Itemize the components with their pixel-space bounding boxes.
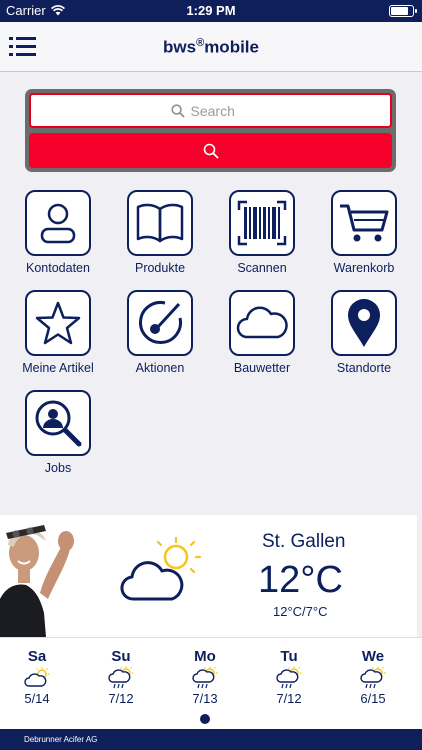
- star-icon: [35, 301, 81, 345]
- tile-label: Scannen: [237, 261, 287, 275]
- person-icon: [40, 203, 76, 244]
- tile-jobs[interactable]: Jobs: [8, 390, 108, 475]
- forecast-icon-wrap: [259, 665, 319, 691]
- location-pin-icon: [348, 299, 380, 347]
- tile-aktionen[interactable]: Aktionen: [110, 290, 210, 375]
- cloud-icon: [236, 306, 288, 339]
- tile-produkte[interactable]: Produkte: [110, 190, 210, 275]
- tile-icon-box: [127, 290, 193, 356]
- tile-icon-box: [229, 290, 295, 356]
- search-button[interactable]: [29, 133, 392, 168]
- forecast-icon-wrap: [91, 665, 151, 691]
- search-field[interactable]: [29, 93, 392, 128]
- weather-city: St. Gallen: [262, 531, 346, 552]
- tile-label: Aktionen: [135, 361, 185, 375]
- forecast-icon-wrap: [343, 665, 403, 691]
- forecast-temps: 6/15: [360, 691, 386, 706]
- tile-label: Kontodaten: [26, 261, 90, 275]
- rain-sun-icon: [108, 666, 134, 689]
- nav-bar: bws®mobile: [0, 22, 422, 72]
- weather-temp-range: 12°C/7°C: [273, 604, 328, 619]
- rain-sun-icon: [192, 666, 218, 689]
- forecast-temps: 5/14: [24, 691, 50, 706]
- weather-forecast[interactable]: Sa 5/14 Su 7/12 Mo 7/13 Tu 7/12 We 6/15: [0, 637, 422, 729]
- forecast-day-name: We: [361, 648, 385, 665]
- forecast-day-name: Tu: [280, 648, 298, 665]
- title-registered-mark: ®: [196, 37, 205, 49]
- title-brand: bws: [163, 37, 197, 57]
- partly-cloudy-icon: [120, 536, 202, 601]
- page-indicator-dot: [200, 714, 210, 724]
- forecast-day[interactable]: Su 7/12: [91, 648, 151, 706]
- forecast-day-name: Sa: [27, 648, 47, 665]
- forecast-icon-wrap: [175, 665, 235, 691]
- forecast-temps: 7/12: [276, 691, 302, 706]
- tile-icon-box: [229, 190, 295, 256]
- tile-label: Produkte: [134, 261, 186, 275]
- forecast-temps: 7/12: [108, 691, 134, 706]
- tile-icon-box: [25, 190, 91, 256]
- forecast-day-name: Su: [111, 648, 131, 665]
- tile-standorte[interactable]: Standorte: [314, 290, 414, 375]
- weather-mascot-image: [0, 525, 74, 637]
- barcode-icon: [237, 200, 287, 246]
- clock: 1:29 PM: [186, 3, 236, 18]
- magnifier-person-icon: [35, 400, 82, 447]
- tile-icon-box: [25, 390, 91, 456]
- footer-text: Debrunner Acifer AG: [24, 735, 98, 744]
- book-icon: [136, 203, 184, 243]
- tile-kontodaten[interactable]: Kontodaten: [8, 190, 108, 275]
- forecast-day-name: Mo: [194, 648, 216, 665]
- tile-label: Jobs: [44, 461, 72, 475]
- forecast-temps: 7/13: [192, 691, 218, 706]
- footer-bar: Debrunner Acifer AG: [0, 729, 422, 750]
- forecast-day[interactable]: Mo 7/13: [175, 648, 235, 706]
- battery-icon: [389, 5, 417, 17]
- tile-label: Warenkorb: [333, 261, 395, 275]
- forecast-icon-wrap: [7, 665, 67, 691]
- tile-icon-box: [331, 290, 397, 356]
- title-suffix: mobile: [204, 37, 259, 57]
- tile-icon-box: [331, 190, 397, 256]
- weather-widget[interactable]: St. Gallen 12°C 12°C/7°C: [0, 515, 417, 637]
- status-bar: Carrier 1:29 PM: [0, 0, 422, 22]
- forecast-day[interactable]: Sa 5/14: [7, 648, 67, 706]
- page-title: bws®mobile: [0, 37, 422, 58]
- tile-label: Meine Artikel: [22, 361, 94, 375]
- gauge-icon: [139, 301, 182, 344]
- search-icon: [170, 103, 185, 118]
- tile-icon-box: [127, 190, 193, 256]
- tile-bauwetter[interactable]: Bauwetter: [212, 290, 312, 375]
- tile-warenkorb[interactable]: Warenkorb: [314, 190, 414, 275]
- rain-sun-icon: [276, 666, 302, 689]
- forecast-day[interactable]: We 6/15: [343, 648, 403, 706]
- tile-icon-box: [25, 290, 91, 356]
- rain-sun-icon: [360, 666, 386, 689]
- search-input[interactable]: [190, 102, 251, 119]
- weather-temperature: 12°C: [258, 559, 343, 601]
- tile-label: Standorte: [336, 361, 392, 375]
- tile-scannen[interactable]: Scannen: [212, 190, 312, 275]
- tile-meine-artikel[interactable]: Meine Artikel: [8, 290, 108, 375]
- tile-label: Bauwetter: [233, 361, 291, 375]
- cart-icon: [340, 204, 389, 242]
- forecast-day[interactable]: Tu 7/12: [259, 648, 319, 706]
- search-panel: [25, 89, 396, 172]
- partly-cloudy-icon: [24, 667, 50, 687]
- search-icon: [203, 143, 219, 159]
